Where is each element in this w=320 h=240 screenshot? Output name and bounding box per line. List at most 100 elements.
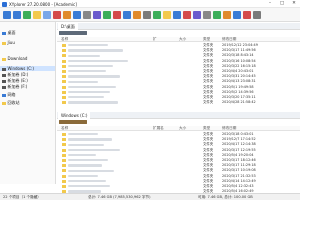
- file-name-redacted: [68, 185, 110, 188]
- folder-icon: [62, 90, 66, 94]
- tree-item[interactable]: Jiuu: [2, 40, 15, 45]
- info-icon[interactable]: [233, 11, 241, 19]
- new-folder-icon[interactable]: [163, 11, 171, 19]
- copy-icon[interactable]: [43, 11, 51, 19]
- tab-windows-c[interactable]: Windows (C:): [58, 112, 91, 119]
- tree-item[interactable]: 新加卷 (F:): [2, 84, 27, 89]
- file-row[interactable]: 文件夹 2020/3/18 8:43:14: [57, 53, 300, 58]
- col-modified[interactable]: 修改日期: [222, 37, 236, 42]
- file-modified: 2020/5/2 14:39:56: [222, 89, 254, 94]
- file-type: 文件夹: [203, 43, 214, 47]
- tree-item[interactable]: Download: [2, 56, 27, 61]
- breadcrumb[interactable]: [57, 30, 300, 35]
- close-button[interactable]: ✕: [288, 0, 300, 8]
- column-header[interactable]: 名称 扩展名 大小 类型 修改日期: [57, 126, 300, 131]
- col-ext[interactable]: 扩展名: [153, 126, 164, 131]
- bookmark-icon[interactable]: [103, 11, 111, 19]
- view-icon[interactable]: [123, 11, 131, 19]
- file-row[interactable]: 文件夹 2020/4/28 21:58:42: [57, 100, 300, 105]
- folder-tree[interactable]: 桌面 Jiuu Download Windows (C:) 新加卷 (D:) 新加卷 (E…: [0, 22, 56, 184]
- refresh-icon[interactable]: [73, 11, 81, 19]
- folder-icon: [62, 101, 66, 105]
- file-row[interactable]: 文件夹 2020/3/17 11:29:18: [57, 163, 300, 168]
- tree-item[interactable]: 回收站: [2, 100, 20, 105]
- file-row[interactable]: 文件夹 2019/12/12 23:04:49: [57, 43, 300, 48]
- file-row[interactable]: 文件夹 2020/4/17 12:14:38: [57, 142, 300, 147]
- col-ext[interactable]: 扩: [153, 37, 157, 42]
- file-row[interactable]: 文件夹 2020/3/20 17:35:11: [57, 95, 300, 100]
- file-type: 文件夹: [203, 95, 214, 99]
- delete-icon[interactable]: [53, 11, 61, 19]
- file-row[interactable]: 文件夹 2020/4/13 23:08:31: [57, 79, 300, 84]
- tree-item[interactable]: 桌面: [2, 30, 16, 35]
- scripting-icon[interactable]: [193, 11, 201, 19]
- dual-pane-icon[interactable]: [173, 11, 181, 19]
- edit-icon[interactable]: [63, 11, 71, 19]
- up-icon[interactable]: [23, 11, 31, 19]
- tab-desktop[interactable]: D:\桌面: [58, 23, 78, 30]
- file-row[interactable]: 文件夹 2020/3/17 11:49:56: [57, 48, 300, 53]
- favorites-icon[interactable]: [183, 11, 191, 19]
- file-row[interactable]: 文件夹 2020/3/16 10:08:54: [57, 59, 300, 64]
- file-row[interactable]: 文件夹 2020/3/17 12:19:55: [57, 148, 300, 153]
- file-row[interactable]: 文件夹 2020/4/4 20:43:01: [57, 69, 300, 74]
- file-modified: 2020/3/17 10:19:08: [222, 168, 256, 173]
- file-row[interactable]: 文件夹 2020/5/4 12:32:43: [57, 184, 300, 189]
- maximize-button[interactable]: □: [276, 0, 288, 8]
- back-icon[interactable]: [3, 11, 11, 19]
- col-type[interactable]: 类型: [203, 126, 210, 131]
- file-row[interactable]: 文件夹 2020/4/14 14:12:49: [57, 179, 300, 184]
- file-row[interactable]: 文件夹 2019/12/7 17:14:52: [57, 137, 300, 142]
- sort-icon[interactable]: [133, 11, 141, 19]
- preview-icon[interactable]: [213, 11, 221, 19]
- tree-item[interactable]: 新加卷 (D:): [2, 72, 28, 77]
- toolbar: [0, 8, 300, 22]
- menu-icon[interactable]: [253, 11, 261, 19]
- col-size[interactable]: 大小: [179, 37, 186, 42]
- tree-item-label: 网络: [7, 92, 16, 97]
- col-size[interactable]: 大小: [179, 126, 186, 131]
- tools-icon[interactable]: [203, 11, 211, 19]
- file-row[interactable]: 文件夹 2020/3/18 0:43:01: [57, 132, 300, 137]
- tree-item-label: 新加卷 (E:): [7, 78, 28, 83]
- col-name[interactable]: 名称: [61, 37, 68, 42]
- tree-item-label: Download: [7, 56, 28, 61]
- file-row[interactable]: 文件夹 2020/3/31 20:14:45: [57, 74, 300, 79]
- file-row[interactable]: 文件夹 2020/5/1 19:49:58: [57, 85, 300, 90]
- tree-item[interactable]: Windows (C:): [0, 66, 55, 71]
- file-name-redacted: [68, 96, 104, 99]
- col-name[interactable]: 名称: [61, 126, 68, 131]
- new-file-icon[interactable]: [153, 11, 161, 19]
- file-row[interactable]: 文件夹 2020/3/17 10:19:08: [57, 168, 300, 173]
- settings-icon[interactable]: [143, 11, 151, 19]
- power-icon[interactable]: [243, 11, 251, 19]
- forward-icon[interactable]: [13, 11, 21, 19]
- file-row[interactable]: 文件夹 2020/5/2 14:39:56: [57, 90, 300, 95]
- breadcrumb[interactable]: [57, 119, 300, 124]
- tree-item[interactable]: 新加卷 (E:): [2, 78, 28, 83]
- file-name-redacted: [68, 154, 96, 157]
- file-type: 文件夹: [203, 69, 214, 73]
- file-row[interactable]: 文件夹 2020/5/4 19:20:04: [57, 153, 300, 158]
- status-bar: 22 个项目（1 个隐藏） 总计: 7.46 GB (7,985,530,962…: [0, 193, 300, 200]
- folder-icon: [62, 49, 66, 53]
- tree-item[interactable]: 网络: [2, 92, 16, 97]
- file-pane-bottom[interactable]: Windows (C:) 名称 扩展名 大小 类型 修改日期 文件夹 2020/3…: [57, 112, 300, 193]
- search-icon[interactable]: [83, 11, 91, 19]
- file-pane-top[interactable]: D:\桌面 名称 扩 大小 类型 修改日期 文件夹 2019/12/12 23:0…: [57, 23, 300, 109]
- col-modified[interactable]: 修改日期: [222, 126, 236, 131]
- folder-icon[interactable]: [33, 11, 41, 19]
- history-icon[interactable]: [223, 11, 231, 19]
- tag-icon[interactable]: [113, 11, 121, 19]
- col-type[interactable]: 类型: [203, 37, 210, 42]
- folder-icon: [62, 75, 66, 79]
- filter-icon[interactable]: [93, 11, 101, 19]
- minimize-button[interactable]: –: [264, 0, 276, 8]
- file-name-redacted: [68, 65, 113, 68]
- file-name-redacted: [68, 70, 106, 73]
- column-header[interactable]: 名称 扩 大小 类型 修改日期: [57, 37, 300, 42]
- file-row[interactable]: 文件夹 2020/3/22 16:15:18: [57, 64, 300, 69]
- file-type: 文件夹: [203, 178, 214, 183]
- file-row[interactable]: 文件夹 2020/3/17 18:12:46: [57, 158, 300, 163]
- file-row[interactable]: 文件夹 2020/3/17 21:32:53: [57, 174, 300, 179]
